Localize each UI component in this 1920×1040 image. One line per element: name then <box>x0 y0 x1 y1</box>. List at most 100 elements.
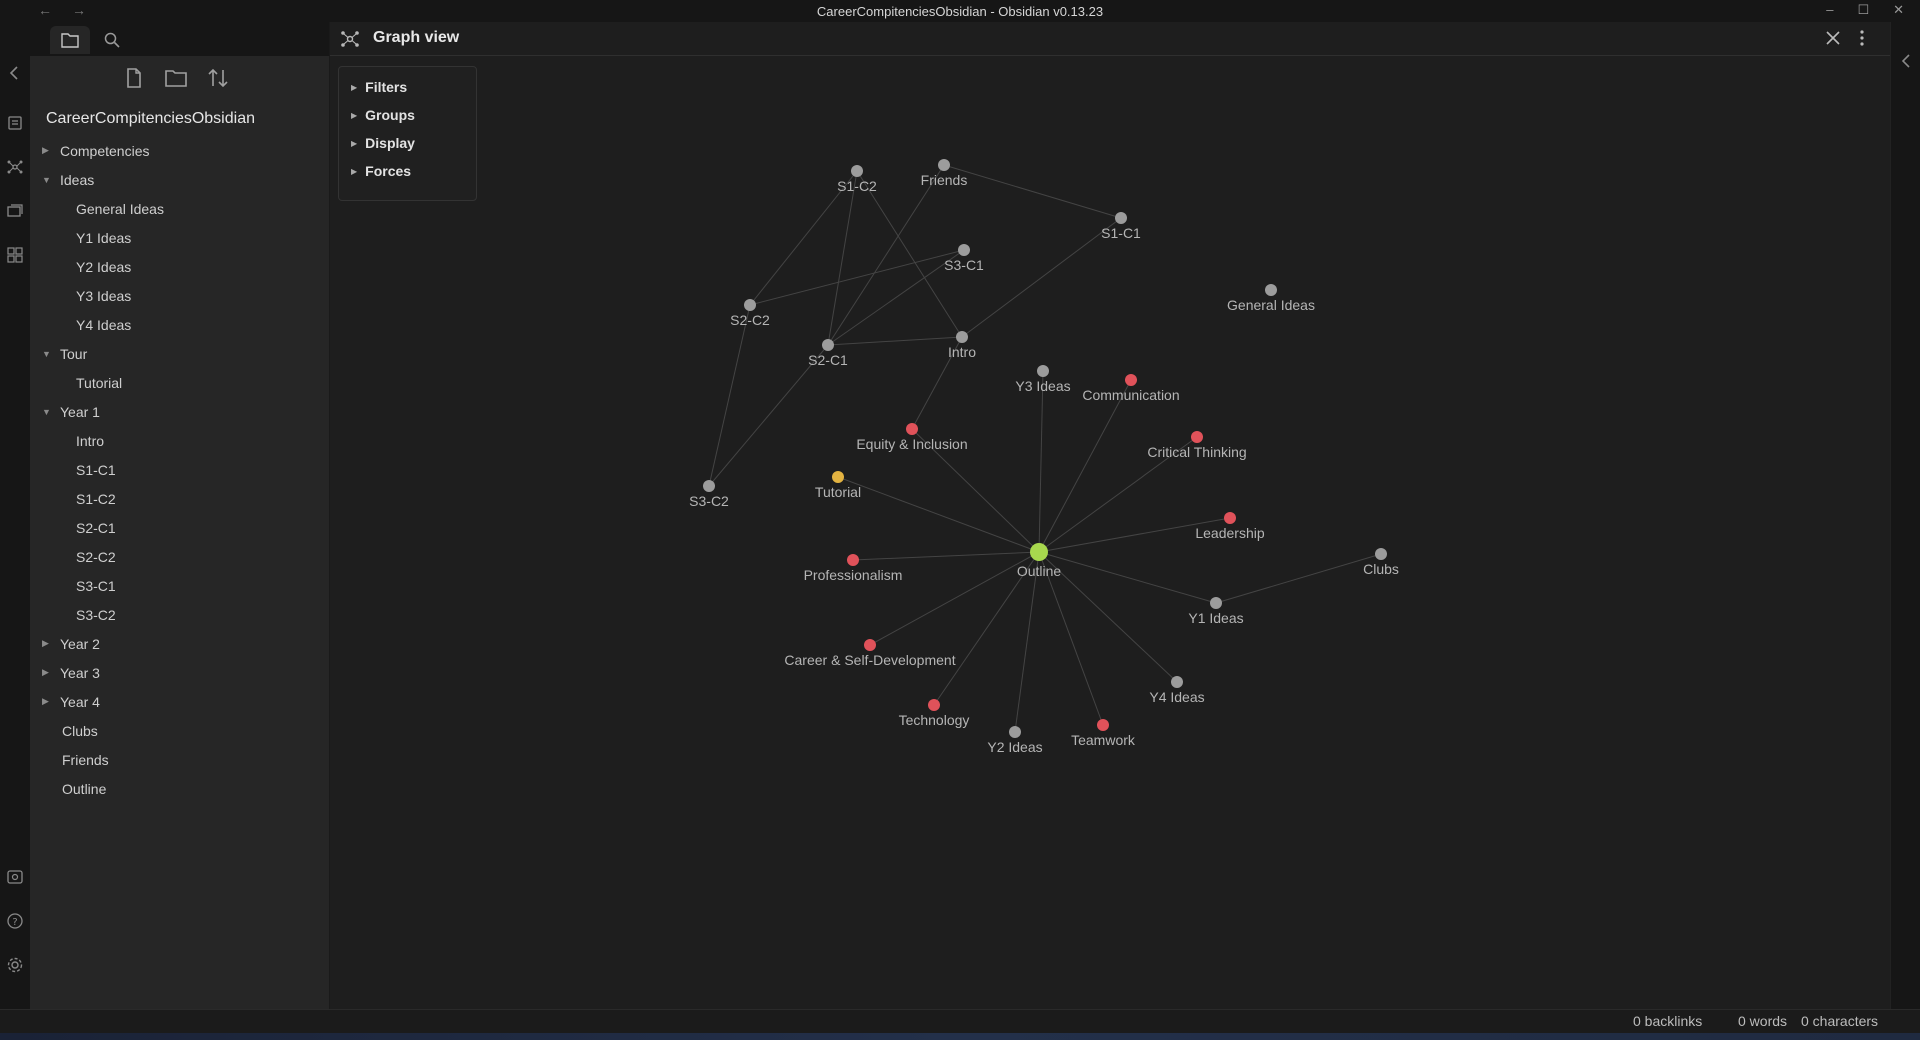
graph-node-dot[interactable] <box>938 159 950 171</box>
graph-node-dot[interactable] <box>1210 597 1222 609</box>
folder-year-3[interactable]: ▶ Year 3 <box>30 658 329 687</box>
graph-view-icon[interactable] <box>6 158 24 176</box>
file-explorer-tab[interactable] <box>50 26 90 54</box>
close-window-button[interactable]: ✕ <box>1893 2 1904 18</box>
graph-node-y2[interactable]: Y2 Ideas <box>987 726 1043 755</box>
graph-node-dot[interactable] <box>1115 212 1127 224</box>
graph-control-groups[interactable]: ▶ Groups <box>339 101 476 129</box>
minimize-button[interactable]: – <box>1826 2 1833 18</box>
graph-node-dot[interactable] <box>1009 726 1021 738</box>
open-quick-switcher-icon[interactable] <box>6 114 24 132</box>
folder-year-4[interactable]: ▶ Year 4 <box>30 687 329 716</box>
graph-node-dot[interactable] <box>1037 365 1049 377</box>
graph-node-dot[interactable] <box>1375 548 1387 560</box>
graph-node-s3c1[interactable]: S3-C1 <box>944 244 984 273</box>
graph-node-intro[interactable]: Intro <box>948 331 976 360</box>
forward-arrow-icon[interactable]: → <box>72 2 86 18</box>
file-s3-c1[interactable]: S3-C1 <box>30 571 329 600</box>
new-folder-icon[interactable] <box>164 66 188 90</box>
collapse-sidebar-icon[interactable] <box>6 64 24 82</box>
graph-node-s2c1[interactable]: S2-C1 <box>808 339 848 368</box>
new-note-icon[interactable] <box>122 66 146 90</box>
graph-node-s2c2[interactable]: S2-C2 <box>730 299 770 328</box>
expand-right-sidebar-icon[interactable] <box>1899 52 1913 70</box>
file-s1-c2[interactable]: S1-C2 <box>30 484 329 513</box>
file-clubs[interactable]: Clubs <box>30 716 329 745</box>
graph-control-filters[interactable]: ▶ Filters <box>339 73 476 101</box>
folder-year-2[interactable]: ▶ Year 2 <box>30 629 329 658</box>
tree-item-label: S3-C2 <box>76 606 116 623</box>
file-intro[interactable]: Intro <box>30 426 329 455</box>
graph-node-s3c2[interactable]: S3-C2 <box>689 480 729 509</box>
graph-node-dot[interactable] <box>956 331 968 343</box>
graph-canvas[interactable]: S1-C2 Friends S1-C1 S3-C1 S2-C2 General Ideas… <box>330 22 1890 1009</box>
graph-node-dot[interactable] <box>928 699 940 711</box>
graph-node-y3[interactable]: Y3 Ideas <box>1015 365 1071 394</box>
vault-name[interactable]: CareerCompitenciesObsidian <box>30 104 329 136</box>
folder-ideas[interactable]: ▼ Ideas <box>30 165 329 194</box>
file-tutorial[interactable]: Tutorial <box>30 368 329 397</box>
file-y2-ideas[interactable]: Y2 Ideas <box>30 252 329 281</box>
graph-node-dot[interactable] <box>958 244 970 256</box>
folder-competencies[interactable]: ▶ Competencies <box>30 136 329 165</box>
close-icon[interactable] <box>1823 28 1843 48</box>
graph-node-teamwork[interactable]: Teamwork <box>1071 719 1136 748</box>
file-general-ideas[interactable]: General Ideas <box>30 194 329 223</box>
file-s2-c2[interactable]: S2-C2 <box>30 542 329 571</box>
file-friends[interactable]: Friends <box>30 745 329 774</box>
graph-node-dot[interactable] <box>832 471 844 483</box>
graph-node-dot[interactable] <box>1097 719 1109 731</box>
graph-node-clubs[interactable]: Clubs <box>1363 548 1399 577</box>
more-options-icon[interactable] <box>1852 28 1872 48</box>
graph-node-critical[interactable]: Critical Thinking <box>1147 431 1247 460</box>
maximize-button[interactable]: ☐ <box>1857 2 1869 18</box>
file-y4-ideas[interactable]: Y4 Ideas <box>30 310 329 339</box>
graph-node-tech[interactable]: Technology <box>899 699 970 728</box>
graph-node-dot[interactable] <box>744 299 756 311</box>
graph-node-label: Friends <box>921 172 968 188</box>
graph-node-s1c2[interactable]: S1-C2 <box>837 165 877 194</box>
graph-node-label: Critical Thinking <box>1147 444 1246 460</box>
file-outline[interactable]: Outline <box>30 774 329 803</box>
graph-node-dot[interactable] <box>847 554 859 566</box>
settings-gear-icon[interactable] <box>6 956 24 974</box>
graph-node-equity[interactable]: Equity & Inclusion <box>856 423 968 452</box>
graph-node-y4[interactable]: Y4 Ideas <box>1149 676 1205 705</box>
vault-switcher-icon[interactable] <box>6 868 24 886</box>
plugins-icon[interactable] <box>6 246 24 264</box>
graph-control-forces[interactable]: ▶ Forces <box>339 157 476 185</box>
graph-node-leadership[interactable]: Leadership <box>1195 512 1265 541</box>
graph-node-y1[interactable]: Y1 Ideas <box>1188 597 1244 626</box>
graph-edge <box>837 476 1040 553</box>
graph-node-dot[interactable] <box>1224 512 1236 524</box>
graph-node-dot[interactable] <box>1030 543 1048 561</box>
graph-node-s1c1[interactable]: S1-C1 <box>1101 212 1141 241</box>
graph-node-dot[interactable] <box>906 423 918 435</box>
folder-tour[interactable]: ▼ Tour <box>30 339 329 368</box>
file-y1-ideas[interactable]: Y1 Ideas <box>30 223 329 252</box>
file-s1-c1[interactable]: S1-C1 <box>30 455 329 484</box>
sort-icon[interactable] <box>206 66 230 90</box>
graph-node-career[interactable]: Career & Self-Development <box>784 639 956 668</box>
graph-node-friends[interactable]: Friends <box>921 159 968 188</box>
graph-node-comm[interactable]: Communication <box>1082 374 1180 403</box>
graph-node-dot[interactable] <box>851 165 863 177</box>
file-s2-c1[interactable]: S2-C1 <box>30 513 329 542</box>
slides-icon[interactable] <box>6 202 24 220</box>
folder-year-1[interactable]: ▼ Year 1 <box>30 397 329 426</box>
graph-node-dot[interactable] <box>1125 374 1137 386</box>
file-y3-ideas[interactable]: Y3 Ideas <box>30 281 329 310</box>
search-tab[interactable] <box>92 26 132 54</box>
back-arrow-icon[interactable]: ← <box>38 2 52 18</box>
graph-node-tutorial[interactable]: Tutorial <box>815 471 861 500</box>
graph-node-dot[interactable] <box>864 639 876 651</box>
help-icon[interactable]: ? <box>6 912 24 930</box>
graph-node-dot[interactable] <box>1191 431 1203 443</box>
graph-control-display[interactable]: ▶ Display <box>339 129 476 157</box>
graph-node-dot[interactable] <box>703 480 715 492</box>
graph-node-dot[interactable] <box>822 339 834 351</box>
graph-node-dot[interactable] <box>1265 284 1277 296</box>
graph-node-general[interactable]: General Ideas <box>1227 284 1315 313</box>
graph-node-dot[interactable] <box>1171 676 1183 688</box>
file-s3-c2[interactable]: S3-C2 <box>30 600 329 629</box>
